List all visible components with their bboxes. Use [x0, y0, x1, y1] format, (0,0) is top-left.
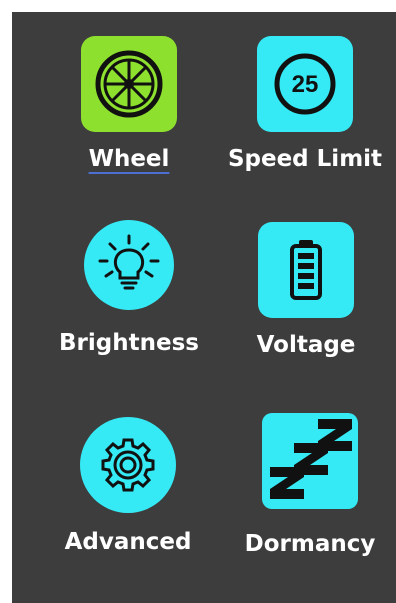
menu-item-wheel[interactable]: Wheel — [74, 36, 184, 171]
menu-item-brightness[interactable]: Brightness — [57, 220, 201, 355]
dormancy-tile[interactable] — [262, 413, 358, 509]
advanced-tile[interactable] — [80, 417, 176, 513]
battery-icon — [290, 240, 322, 300]
wheel-label[interactable]: Wheel — [89, 148, 170, 171]
speed-limit-label[interactable]: Speed Limit — [228, 148, 382, 171]
advanced-label[interactable]: Advanced — [65, 531, 192, 554]
menu-item-advanced[interactable]: Advanced — [61, 417, 195, 554]
voltage-tile[interactable] — [258, 222, 354, 318]
wheel-tile[interactable] — [81, 36, 177, 132]
menu-item-voltage[interactable]: Voltage — [244, 222, 368, 357]
dormancy-label[interactable]: Dormancy — [245, 533, 376, 556]
voltage-label[interactable]: Voltage — [257, 334, 356, 357]
menu-item-speed-limit[interactable]: 25 Speed Limit — [225, 36, 385, 171]
brightness-label[interactable]: Brightness — [59, 332, 199, 355]
gear-icon — [101, 438, 155, 492]
brightness-tile[interactable] — [84, 220, 174, 310]
sleep-icon — [270, 419, 352, 499]
menu-item-dormancy[interactable]: Dormancy — [241, 413, 379, 556]
lightbulb-icon — [98, 234, 160, 290]
speed-limit-icon: 25 — [274, 53, 336, 115]
speed-limit-tile[interactable]: 25 — [257, 36, 353, 132]
speed-limit-sign-text: 25 — [292, 71, 319, 98]
wheel-icon — [95, 50, 163, 118]
